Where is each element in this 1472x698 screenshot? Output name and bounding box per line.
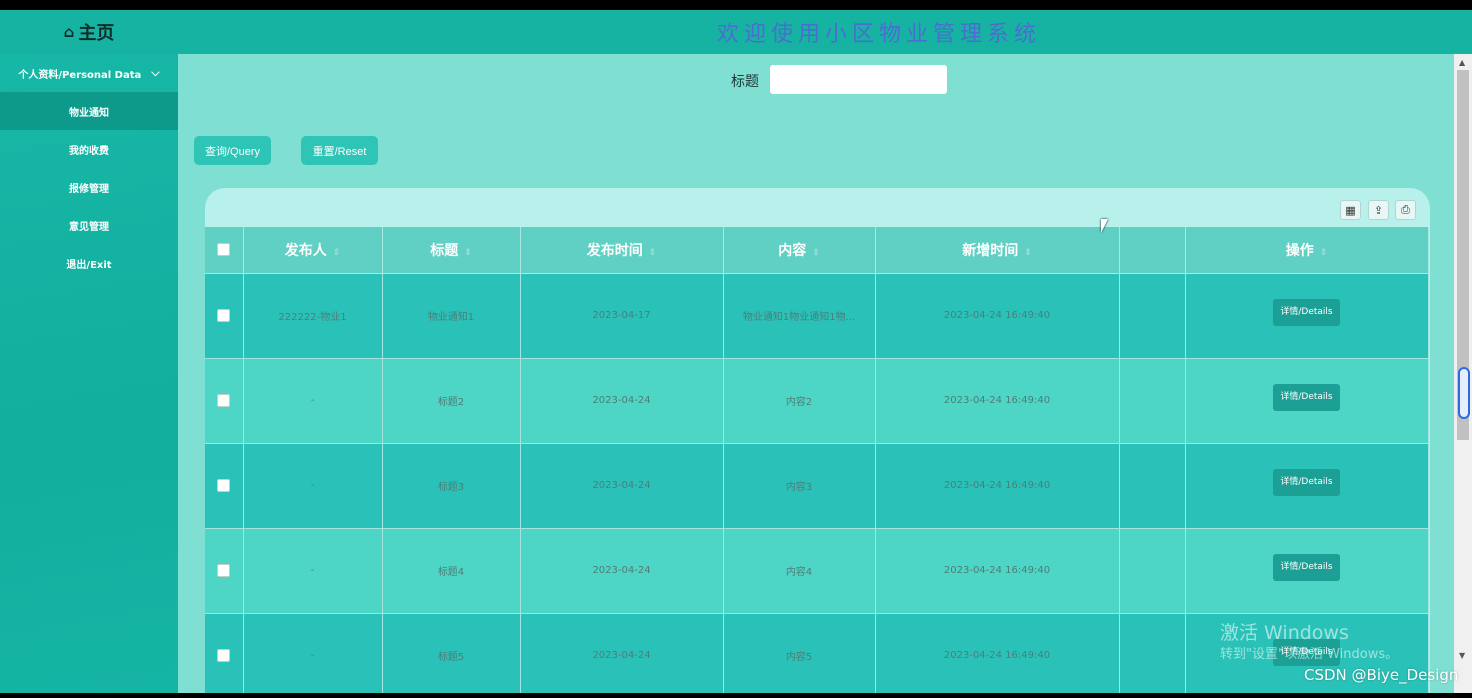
column-header-content[interactable]: 内容 ⇕ xyxy=(723,227,876,274)
cell-publisher: - xyxy=(243,443,383,529)
sort-icon: ⇕ xyxy=(332,247,341,258)
reset-button[interactable]: 重置/Reset xyxy=(301,136,378,165)
row-checkbox[interactable] xyxy=(217,479,231,492)
cell-publisher: - xyxy=(243,358,383,444)
windows-activation-watermark: 激活 Windows xyxy=(1220,622,1349,644)
table-row: - 标题4 2023-04-24 内容4 2023-04-24 16:49:40… xyxy=(205,528,1429,614)
details-button[interactable]: 详情/Details xyxy=(1273,469,1340,496)
top-header: ⌂ 主页 欢迎使用小区物业管理系统 xyxy=(0,10,1472,54)
cell-title: 标题5 xyxy=(382,613,521,693)
grid-icon[interactable]: ▦ xyxy=(1340,200,1361,220)
system-title: 欢迎使用小区物业管理系统 xyxy=(716,22,1041,47)
cell-content: 内容2 xyxy=(723,358,876,444)
table-header-row: 发布人 ⇕ 标题 ⇕ 发布时间 ⇕ 内容 ⇕ 新增时间 ⇕ 操作 ⇕ xyxy=(205,227,1429,274)
query-button[interactable]: 查询/Query xyxy=(194,136,271,165)
column-header-blank xyxy=(1119,227,1186,274)
column-header-title[interactable]: 标题 ⇕ xyxy=(382,227,521,274)
cell-title: 标题4 xyxy=(382,528,521,614)
row-checkbox[interactable] xyxy=(217,649,231,662)
sort-icon: ⇕ xyxy=(812,247,820,258)
sort-icon: ⇕ xyxy=(464,247,472,258)
sidebar: 个人资料/Personal Data ⌵ 物业通知 我的收费 报修管理 意见管理… xyxy=(0,54,178,693)
cell-publish-date: 2023-04-24 xyxy=(520,528,724,614)
cell-added-time: 2023-04-24 16:49:40 xyxy=(875,273,1120,359)
cell-blank xyxy=(1119,528,1186,614)
sidebar-item-exit[interactable]: 退出/Exit xyxy=(0,244,178,282)
sidebar-item-notices[interactable]: 物业通知 xyxy=(0,92,178,130)
cell-added-time: 2023-04-24 16:49:40 xyxy=(875,443,1120,529)
cell-publish-date: 2023-04-24 xyxy=(520,443,724,529)
sidebar-item-label: 报修管理 xyxy=(69,183,109,195)
cell-blank xyxy=(1119,443,1186,529)
select-all-header xyxy=(205,227,244,274)
column-header-added-time[interactable]: 新增时间 ⇕ xyxy=(875,227,1120,274)
main-content: 标题 查询/Query 重置/Reset ▦ ⇪ ⎙ 发布人 ⇕ 标题 ⇕ 发布时间… xyxy=(178,54,1454,693)
cell-publisher: - xyxy=(243,613,383,693)
export-icon[interactable]: ⇪ xyxy=(1368,200,1389,220)
sidebar-section-label: 个人资料/Personal Data xyxy=(18,69,142,81)
cell-added-time: 2023-04-24 16:49:40 xyxy=(875,528,1120,614)
cell-content: 物业通知1物业通知1物... xyxy=(723,273,876,359)
select-all-checkbox[interactable] xyxy=(217,243,231,257)
sidebar-item-label: 意见管理 xyxy=(69,221,109,233)
sidebar-item-feedback[interactable]: 意见管理 xyxy=(0,206,178,244)
scroll-up-arrow-icon[interactable]: ▲ xyxy=(1459,58,1465,67)
cell-publish-date: 2023-04-24 xyxy=(520,613,724,693)
cell-blank xyxy=(1119,358,1186,444)
sidebar-item-my-charges[interactable]: 我的收费 xyxy=(0,130,178,168)
row-checkbox[interactable] xyxy=(217,564,231,577)
sidebar-item-label: 物业通知 xyxy=(69,107,109,119)
details-button[interactable]: 详情/Details xyxy=(1273,299,1340,326)
sidebar-section-personal-data[interactable]: 个人资料/Personal Data ⌵ xyxy=(0,54,178,92)
details-button[interactable]: 详情/Details xyxy=(1273,384,1340,411)
cell-added-time: 2023-04-24 16:49:40 xyxy=(875,613,1120,693)
sort-icon: ⇕ xyxy=(648,247,657,258)
cell-title: 物业通知1 xyxy=(382,273,521,359)
cell-content: 内容4 xyxy=(723,528,876,614)
sidebar-item-repairs[interactable]: 报修管理 xyxy=(0,168,178,206)
windows-activation-hint: 转到"设置"以激活 Windows。 xyxy=(1220,647,1399,662)
credit-watermark: CSDN @Biye_Design xyxy=(1304,666,1459,684)
row-checkbox[interactable] xyxy=(217,309,231,322)
column-header-publisher[interactable]: 发布人 ⇕ xyxy=(243,227,383,274)
cell-blank xyxy=(1119,613,1186,693)
row-checkbox[interactable] xyxy=(217,394,231,407)
search-title-label: 标题 xyxy=(731,74,759,90)
search-title-input[interactable] xyxy=(770,65,947,94)
cell-content: 内容3 xyxy=(723,443,876,529)
chevron-down-icon: ⌵ xyxy=(151,66,160,79)
sidebar-item-label: 我的收费 xyxy=(69,145,109,157)
table-row: - 标题3 2023-04-24 内容3 2023-04-24 16:49:40… xyxy=(205,443,1429,529)
cell-blank xyxy=(1119,273,1186,359)
scroll-down-arrow-icon[interactable]: ▼ xyxy=(1459,651,1465,660)
sort-icon: ⇕ xyxy=(1319,247,1328,258)
cell-publish-date: 2023-04-17 xyxy=(520,273,724,359)
print-icon[interactable]: ⎙ xyxy=(1395,200,1416,220)
cell-added-time: 2023-04-24 16:49:40 xyxy=(875,358,1120,444)
cell-publisher: - xyxy=(243,528,383,614)
column-header-publish-date[interactable]: 发布时间 ⇕ xyxy=(520,227,724,274)
cell-publish-date: 2023-04-24 xyxy=(520,358,724,444)
app-window: ⌂ 主页 欢迎使用小区物业管理系统 个人资料/Personal Data ⌵ 物… xyxy=(0,10,1472,693)
zoom-slider-handle[interactable] xyxy=(1458,367,1470,419)
cell-title: 标题3 xyxy=(382,443,521,529)
details-button[interactable]: 详情/Details xyxy=(1273,554,1340,581)
cell-publisher: 222222-物业1 xyxy=(243,273,383,359)
table-row: - 标题2 2023-04-24 内容2 2023-04-24 16:49:40… xyxy=(205,358,1429,444)
cell-content: 内容5 xyxy=(723,613,876,693)
mouse-cursor-icon xyxy=(1101,219,1108,233)
sidebar-item-label: 退出/Exit xyxy=(66,259,112,271)
cell-title: 标题2 xyxy=(382,358,521,444)
sort-icon: ⇕ xyxy=(1024,247,1032,258)
column-header-actions[interactable]: 操作 ⇕ xyxy=(1185,227,1429,274)
table-row: 222222-物业1 物业通知1 2023-04-17 物业通知1物业通知1物.… xyxy=(205,273,1429,359)
